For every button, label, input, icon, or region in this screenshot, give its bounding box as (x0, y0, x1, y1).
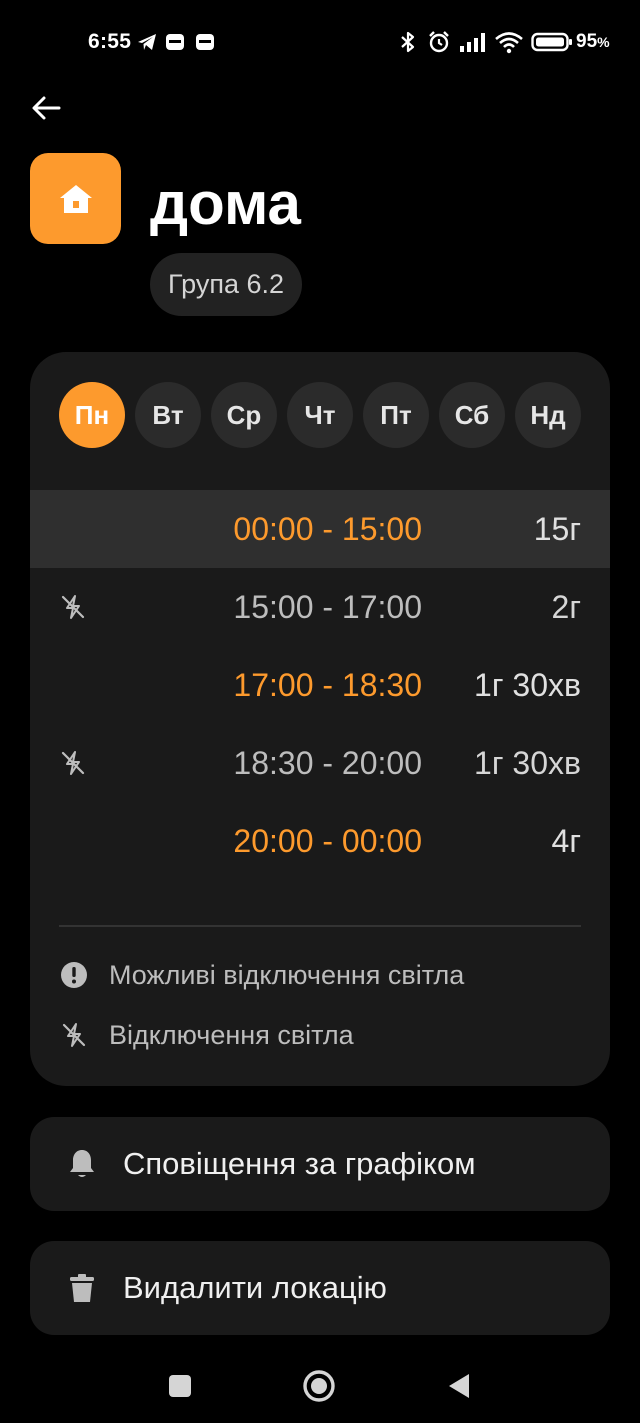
tab-day-tue[interactable]: Вт (135, 382, 201, 448)
tab-day-fri[interactable]: Пт (363, 382, 429, 448)
bell-icon (67, 1147, 97, 1181)
tab-day-wed[interactable]: Ср (211, 382, 277, 448)
schedule-card: Пн Вт Ср Чт Пт Сб Нд 00:00 - 15:00 15г 1… (30, 352, 610, 1086)
notification-app-icon (166, 34, 184, 50)
schedule-slot: 17:00 - 18:30 1г 30хв (30, 646, 610, 724)
schedule-slots: 00:00 - 15:00 15г 15:00 - 17:00 2г 17:00… (30, 490, 610, 880)
nav-back-button[interactable] (441, 1368, 477, 1404)
slot-duration: 1г 30хв (474, 667, 581, 703)
back-button[interactable] (26, 88, 66, 128)
power-off-icon (59, 1020, 89, 1050)
nav-recents-button[interactable] (162, 1368, 198, 1404)
day-tabs: Пн Вт Ср Чт Пт Сб Нд (59, 382, 581, 448)
tab-day-sun[interactable]: Нд (515, 382, 581, 448)
wifi-icon (495, 32, 523, 54)
battery-icon (531, 32, 572, 52)
alarm-icon (429, 31, 449, 53)
slot-time: 17:00 - 18:30 (233, 667, 422, 703)
tab-day-mon[interactable]: Пн (59, 382, 125, 448)
square-icon (169, 1375, 191, 1397)
legend-label: Можливі відключення світла (109, 959, 465, 990)
schedule-slot: 18:30 - 20:00 1г 30хв (30, 724, 610, 802)
status-time: 6:55 (88, 30, 132, 53)
location-icon-tile (30, 153, 121, 244)
screen: 6:55 95% дома Група 6.2 Пн Вт Ср Чт Пт С… (0, 0, 640, 1423)
page-title: дома (150, 170, 301, 237)
schedule-slot: 15:00 - 17:00 2г (30, 568, 610, 646)
status-bar: 6:55 95% (0, 0, 640, 84)
notifications-label: Сповіщення за графіком (123, 1146, 476, 1181)
slot-time: 18:30 - 20:00 (233, 745, 422, 781)
notifications-button[interactable]: Сповіщення за графіком (30, 1117, 610, 1211)
notification-app-icon-2 (196, 34, 214, 50)
telegram-icon (138, 34, 156, 50)
arrow-left-icon (32, 96, 61, 120)
legend-outage: Відключення світла (59, 1015, 354, 1055)
legend-possible-outage: Можливі відключення світла (59, 955, 464, 995)
trash-icon (67, 1271, 97, 1305)
divider (59, 925, 581, 927)
tab-day-sat[interactable]: Сб (439, 382, 505, 448)
bluetooth-icon (401, 31, 415, 53)
group-chip: Група 6.2 (150, 253, 302, 316)
nav-home-button[interactable] (301, 1368, 337, 1404)
schedule-slot-current: 00:00 - 15:00 15г (30, 490, 610, 568)
slot-duration: 15г (533, 511, 581, 547)
triangle-back-icon (449, 1374, 469, 1398)
circle-home-icon (303, 1370, 335, 1402)
battery-level: 95% (576, 31, 610, 52)
legend-label: Відключення світла (109, 1019, 354, 1050)
delete-location-label: Видалити локацію (123, 1270, 387, 1305)
home-icon (59, 184, 92, 213)
signal-icon (460, 33, 485, 52)
tab-day-thu[interactable]: Чт (287, 382, 353, 448)
slot-time: 00:00 - 15:00 (233, 511, 422, 547)
slot-duration: 4г (551, 823, 581, 859)
slot-time: 15:00 - 17:00 (233, 589, 422, 625)
schedule-slot: 20:00 - 00:00 4г (30, 802, 610, 880)
slot-duration: 2г (551, 589, 581, 625)
slot-time: 20:00 - 00:00 (233, 823, 422, 859)
delete-location-button[interactable]: Видалити локацію (30, 1241, 610, 1335)
alert-icon (59, 960, 89, 990)
slot-duration: 1г 30хв (474, 745, 581, 781)
